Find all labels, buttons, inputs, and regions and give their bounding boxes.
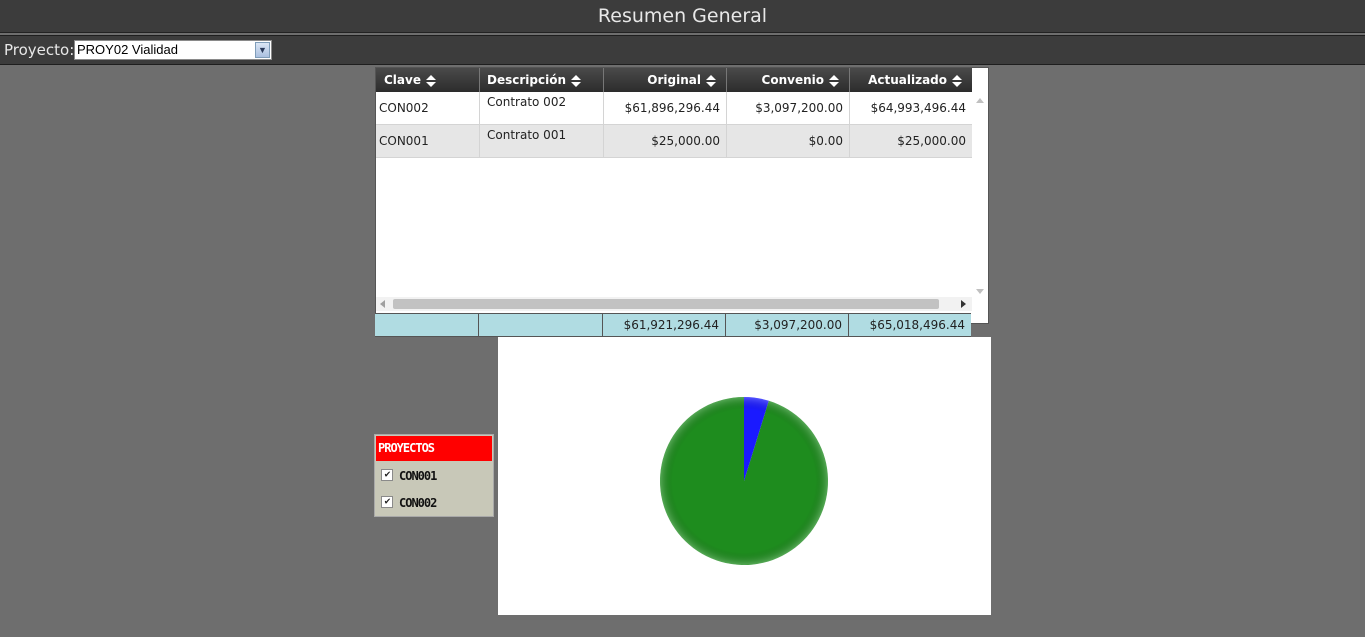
page-title-bar: Resumen General xyxy=(0,0,1365,33)
legend-item-label: CON002 xyxy=(399,496,437,510)
cell-descripcion: Contrato 001 xyxy=(480,125,604,157)
cell-convenio: $0.00 xyxy=(727,125,850,157)
legend-item-con001[interactable]: ✔ CON001 xyxy=(381,468,437,484)
column-header-label: Convenio xyxy=(761,73,824,87)
column-header-label: Descripción xyxy=(487,73,566,87)
scroll-right-icon[interactable] xyxy=(961,300,966,308)
sort-icon[interactable] xyxy=(425,74,436,87)
sort-icon[interactable] xyxy=(829,74,839,87)
sort-icon[interactable] xyxy=(952,74,962,87)
column-header-label: Original xyxy=(647,73,701,87)
total-convenio: $3,097,200.00 xyxy=(726,314,849,336)
chart-legend: PROYECTOS ✔ CON001 ✔ CON002 xyxy=(374,434,494,517)
project-label: Proyecto: xyxy=(4,41,75,59)
scrollbar-thumb[interactable] xyxy=(393,299,939,309)
column-header-label: Actualizado xyxy=(868,73,947,87)
scroll-left-icon[interactable] xyxy=(380,300,385,308)
check-icon[interactable]: ✔ xyxy=(381,495,393,508)
sort-icon[interactable] xyxy=(706,74,716,87)
pie-shading xyxy=(660,397,828,565)
scroll-down-icon[interactable] xyxy=(976,289,984,294)
contracts-grid: Clave Descripción Original Convenio Actu… xyxy=(375,67,989,324)
legend-item-label: CON001 xyxy=(399,469,437,483)
column-header-descripcion[interactable]: Descripción xyxy=(480,68,604,92)
cell-original: $61,896,296.44 xyxy=(604,92,727,124)
column-header-label: Clave xyxy=(384,73,421,87)
pie-chart-panel xyxy=(498,337,991,615)
check-icon[interactable]: ✔ xyxy=(381,468,393,481)
filter-bar: Proyecto: PROY02 Vialidad ▼ xyxy=(0,35,1365,65)
chevron-down-icon[interactable]: ▼ xyxy=(255,42,270,58)
page-title: Resumen General xyxy=(597,5,768,27)
column-header-actualizado[interactable]: Actualizado xyxy=(850,68,972,92)
cell-convenio: $3,097,200.00 xyxy=(727,92,850,124)
totals-row: $61,921,296.44 $3,097,200.00 $65,018,496… xyxy=(375,313,971,337)
vertical-scrollbar[interactable] xyxy=(972,92,988,298)
cell-descripcion: Contrato 002 xyxy=(480,92,604,124)
horizontal-scrollbar[interactable] xyxy=(376,297,972,311)
cell-clave: CON001 xyxy=(376,125,480,157)
total-cell-descripcion xyxy=(479,314,603,336)
legend-item-con002[interactable]: ✔ CON002 xyxy=(381,495,437,511)
total-original: $61,921,296.44 xyxy=(603,314,726,336)
pie-chart xyxy=(660,397,828,565)
column-header-convenio[interactable]: Convenio xyxy=(727,68,850,92)
legend-title: PROYECTOS xyxy=(376,436,492,461)
table-row[interactable]: CON002 Contrato 002 $61,896,296.44 $3,09… xyxy=(376,92,972,125)
cell-actualizado: $25,000.00 xyxy=(897,134,966,148)
cell-clave: CON002 xyxy=(376,92,480,124)
grid-header: Clave Descripción Original Convenio Actu… xyxy=(376,68,972,92)
scroll-up-icon[interactable] xyxy=(976,98,984,103)
project-select[interactable]: PROY02 Vialidad ▼ xyxy=(74,40,272,60)
sort-icon[interactable] xyxy=(571,74,581,87)
cell-original: $25,000.00 xyxy=(604,125,727,157)
total-cell-clave xyxy=(375,314,479,336)
column-header-clave[interactable]: Clave xyxy=(376,68,480,92)
cell-actualizado: $64,993,496.44 xyxy=(870,101,966,115)
total-actualizado: $65,018,496.44 xyxy=(869,318,965,332)
project-select-value: PROY02 Vialidad xyxy=(77,42,178,57)
table-row[interactable]: CON001 Contrato 001 $25,000.00 $0.00 $25… xyxy=(376,125,972,158)
column-header-original[interactable]: Original xyxy=(604,68,727,92)
